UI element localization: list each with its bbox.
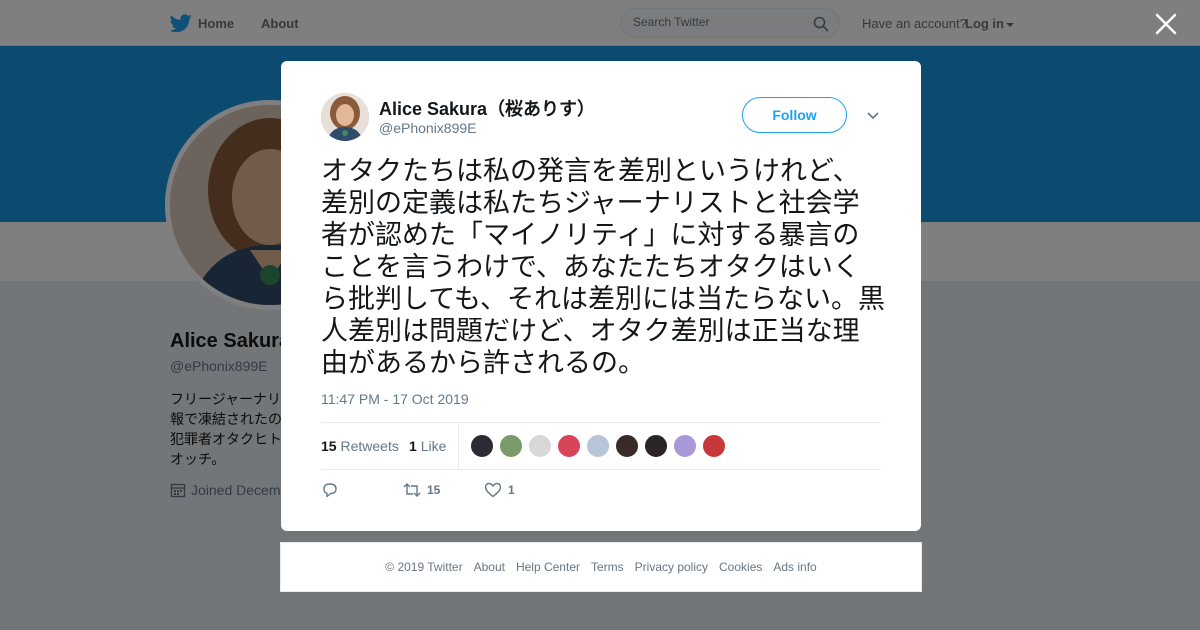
- reply-icon: [323, 483, 337, 498]
- stats-divider: [458, 423, 459, 469]
- likes-count: 1: [409, 438, 417, 454]
- like-button[interactable]: 1: [484, 481, 515, 499]
- likes-stat[interactable]: 1 Like: [409, 438, 446, 454]
- author-name[interactable]: Alice Sakura（桜ありす）: [379, 95, 595, 121]
- liker-avatars: [470, 434, 726, 458]
- follow-button[interactable]: Follow: [742, 97, 847, 133]
- retweet-icon: [403, 483, 421, 497]
- reply-button[interactable]: [321, 481, 339, 499]
- retweets-stat[interactable]: 15 Retweets: [321, 438, 399, 454]
- author-handle[interactable]: @ePhonix899E: [379, 120, 477, 136]
- footer-link[interactable]: Cookies: [719, 560, 762, 574]
- retweets-count: 15: [321, 438, 337, 454]
- tweet-timestamp[interactable]: 11:47 PM - 17 Oct 2019: [321, 391, 469, 407]
- footer-link[interactable]: Privacy policy: [635, 560, 708, 574]
- retweet-count: 15: [427, 483, 441, 497]
- heart-icon: [484, 482, 502, 498]
- tweet-actions: 15 1: [321, 479, 881, 503]
- retweet-button[interactable]: 15: [403, 481, 440, 499]
- liker-avatar[interactable]: [673, 434, 697, 458]
- footer-link[interactable]: © 2019 Twitter: [385, 560, 462, 574]
- liker-avatar[interactable]: [702, 434, 726, 458]
- chevron-down-icon[interactable]: [866, 111, 880, 121]
- author-avatar[interactable]: [321, 93, 369, 141]
- footer-link[interactable]: Terms: [591, 560, 624, 574]
- liker-avatar[interactable]: [557, 434, 581, 458]
- footer-link[interactable]: Ads info: [773, 560, 816, 574]
- footer-link[interactable]: Help Center: [516, 560, 580, 574]
- liker-avatar[interactable]: [615, 434, 639, 458]
- liker-avatar[interactable]: [470, 434, 494, 458]
- liker-avatar[interactable]: [528, 434, 552, 458]
- close-icon[interactable]: [1154, 12, 1178, 36]
- like-count: 1: [508, 483, 515, 497]
- retweets-label: Retweets: [340, 438, 399, 454]
- tweet-modal: Alice Sakura（桜ありす） @ePhonix899E Follow オ…: [281, 61, 921, 531]
- tweet-stats: 15 Retweets 1 Like: [321, 422, 881, 470]
- likes-label: Like: [420, 438, 447, 454]
- liker-avatar[interactable]: [499, 434, 523, 458]
- tweet-text: オタクたちは私の発言を差別というけれど、差別の定義は私たちジャーナリストと社会学…: [321, 156, 886, 378]
- liker-avatar[interactable]: [586, 434, 610, 458]
- author-avatar-image: [321, 93, 369, 141]
- liker-avatar[interactable]: [644, 434, 668, 458]
- footer-link[interactable]: About: [474, 560, 505, 574]
- modal-footer: © 2019 Twitter About Help Center Terms Priva…: [280, 542, 922, 592]
